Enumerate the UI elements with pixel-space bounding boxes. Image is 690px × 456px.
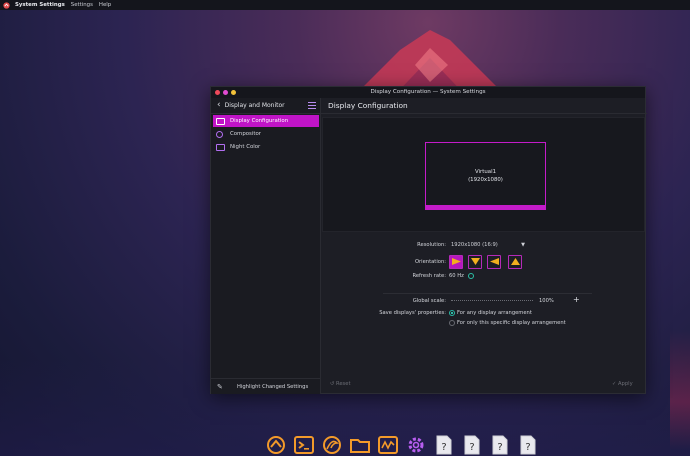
sidebar-item-label: Night Color: [230, 144, 261, 150]
monitor-name: Virtual1: [474, 169, 497, 175]
night-color-monitor-icon: [216, 143, 225, 151]
svg-text:?: ?: [441, 442, 446, 453]
system-settings-dock-item[interactable]: [265, 434, 287, 456]
window-titlebar[interactable]: Display Configuration — System Settings: [211, 87, 645, 98]
pencil-icon: ✎: [217, 382, 223, 391]
sidebar-item-label: Display Configuration: [230, 118, 289, 124]
highlight-changed-label: Highlight Changed Settings: [237, 383, 309, 390]
global-scale-slider[interactable]: [451, 300, 533, 301]
save-properties-label: Save displays' properties:: [379, 310, 446, 316]
monitor-resolution: (1920x1080): [468, 177, 503, 183]
files-dock-item[interactable]: [349, 434, 371, 456]
orientation-landscape-flipped-button[interactable]: [487, 255, 501, 269]
unknown-app-icon: ?: [520, 435, 536, 455]
scale-increase-button[interactable]: +: [573, 295, 580, 304]
monitor-tile[interactable]: Virtual1 (1920x1080): [425, 142, 546, 210]
back-arrow-icon[interactable]: ‹: [217, 101, 221, 110]
section-divider: [383, 293, 592, 294]
reset-button[interactable]: ↺ Reset: [330, 381, 351, 387]
sidebar-item-label: Compositor: [230, 131, 261, 137]
sidebar-item-night-color[interactable]: Night Color: [213, 141, 319, 153]
compositor-gear-icon: [216, 130, 223, 138]
window-title: Display Configuration — System Settings: [370, 89, 486, 95]
settings-gear-icon: [408, 437, 424, 453]
browser-icon: [323, 436, 341, 454]
menubar-help[interactable]: Help: [99, 2, 111, 8]
reset-label: Reset: [336, 381, 351, 387]
info-icon[interactable]: [468, 273, 474, 279]
svg-text:?: ?: [469, 442, 474, 453]
apply-label: Apply: [618, 381, 633, 387]
sidebar: ‹ Display and Monitor Display Configurat…: [211, 98, 321, 394]
radio-any-arrangement-label[interactable]: For any display arrangement: [457, 310, 532, 316]
sidebar-title: Display and Monitor: [224, 102, 285, 109]
orientation-portrait-flipped-button[interactable]: [508, 255, 522, 269]
svg-text:?: ?: [525, 442, 530, 453]
refresh-rate-value: 60 Hz: [449, 273, 464, 279]
orientation-label: Orientation:: [414, 259, 446, 265]
unknown-app-dock-item[interactable]: ?: [489, 434, 511, 456]
unknown-app-icon: ?: [464, 435, 480, 455]
sidebar-item-compositor[interactable]: Compositor: [213, 128, 319, 140]
unknown-app-dock-item[interactable]: ?: [433, 434, 455, 456]
system-settings-icon: [267, 436, 285, 454]
sidebar-item-display-configuration[interactable]: Display Configuration: [213, 115, 319, 127]
radio-any-arrangement[interactable]: [449, 310, 455, 316]
highlight-changed-settings-button[interactable]: ✎ Highlight Changed Settings: [211, 378, 321, 394]
orientation-portrait-button[interactable]: [468, 255, 482, 269]
chevron-down-icon: ▼: [521, 241, 525, 248]
unknown-app-icon: ?: [436, 435, 452, 455]
display-arrangement-canvas[interactable]: Virtual1 (1920x1080): [322, 117, 645, 232]
resolution-select[interactable]: 1920x1080 (16:9) ▼: [449, 240, 527, 249]
unknown-app-icon: ?: [492, 435, 508, 455]
resolution-label: Resolution:: [417, 242, 446, 248]
menubar-settings[interactable]: Settings: [71, 2, 93, 8]
menubar-app-name[interactable]: System Settings: [15, 2, 65, 8]
sidebar-header: ‹ Display and Monitor: [211, 98, 320, 114]
refresh-rate-label: Refresh rate:: [412, 273, 446, 279]
hamburger-menu-icon[interactable]: [308, 102, 316, 109]
orientation-landscape-button[interactable]: [449, 255, 463, 269]
system-monitor-dock-item[interactable]: [377, 434, 399, 456]
unknown-app-dock-item[interactable]: ?: [461, 434, 483, 456]
dock: ? ? ? ?: [265, 430, 551, 456]
monitor-selected-bar: [426, 205, 545, 209]
page-title: Display Configuration: [321, 98, 647, 114]
svg-text:?: ?: [497, 442, 502, 453]
terminal-dock-item[interactable]: [293, 434, 315, 456]
top-menubar: System Settings Settings Help: [0, 0, 690, 10]
system-monitor-icon: [378, 436, 398, 454]
browser-dock-item[interactable]: [321, 434, 343, 456]
radio-specific-arrangement-label[interactable]: For only this specific display arrangeme…: [457, 320, 566, 326]
apply-button[interactable]: ✓ Apply: [612, 381, 633, 387]
app-logo-icon: [3, 1, 10, 9]
files-icon: [350, 439, 370, 453]
terminal-icon: [294, 436, 314, 454]
global-scale-label: Global scale:: [412, 298, 446, 304]
settings-window: Display Configuration — System Settings …: [210, 86, 647, 394]
monitor-icon: [216, 117, 225, 125]
unknown-app-dock-item[interactable]: ?: [517, 434, 539, 456]
wallpaper-glow: [670, 330, 690, 450]
global-scale-value: 100%: [539, 298, 554, 304]
radio-specific-arrangement[interactable]: [449, 320, 455, 326]
settings-dock-item[interactable]: [405, 434, 427, 456]
resolution-value: 1920x1080 (16:9): [451, 241, 498, 248]
